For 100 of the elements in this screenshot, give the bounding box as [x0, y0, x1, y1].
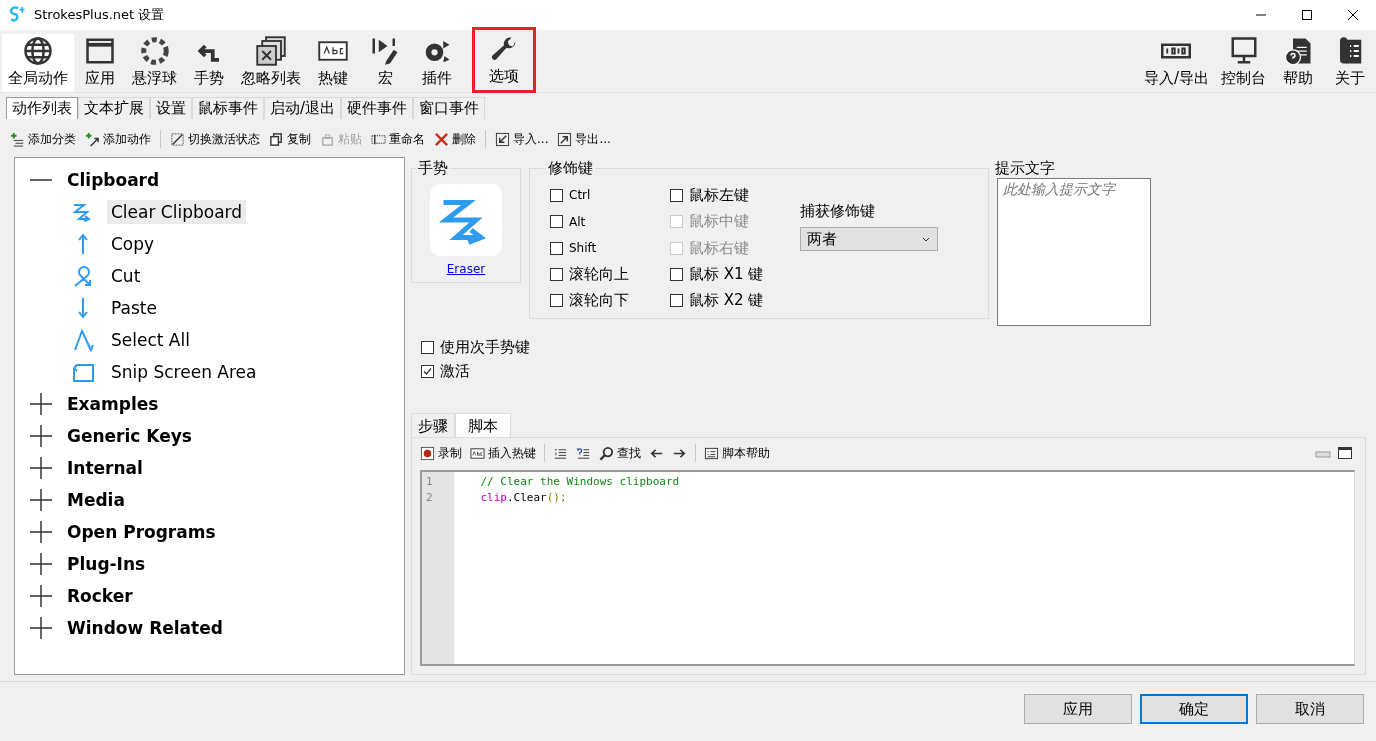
checkbox[interactable]: [550, 188, 563, 202]
toolbar-button[interactable]: 脚本帮助: [704, 444, 770, 462]
toolbar-button[interactable]: 全局动作: [2, 34, 74, 92]
group-title: 提示文字: [994, 159, 1056, 178]
category-label: Clipboard: [67, 170, 160, 190]
capture-dropdown[interactable]: 两者: [800, 227, 938, 251]
tree-category[interactable]: Plug-Ins: [15, 548, 404, 580]
tree-item[interactable]: Cut: [107, 264, 145, 288]
toolbar-button[interactable]: 重命名: [371, 130, 425, 148]
toolbar-button[interactable]: 查找: [599, 444, 641, 462]
gesture-link[interactable]: Eraser: [446, 262, 486, 276]
checkbox[interactable]: [550, 267, 563, 281]
toolbar-button[interactable]: 导入...: [495, 130, 549, 148]
tab[interactable]: 脚本: [455, 413, 511, 437]
toolbar-button[interactable]: 应用: [74, 34, 126, 92]
tab[interactable]: 设置: [150, 97, 192, 119]
tree-category[interactable]: Media: [15, 484, 404, 516]
abc-key-icon: [470, 445, 485, 461]
tree-category[interactable]: Window Related: [15, 612, 404, 644]
checkbox[interactable]: [421, 364, 434, 378]
comment-lines-icon: [576, 445, 591, 461]
tree-category[interactable]: Generic Keys: [15, 420, 404, 452]
dialog-button[interactable]: 确定: [1140, 694, 1248, 724]
hint-text-field[interactable]: 此处输入提示文字: [997, 178, 1151, 326]
category-label: Generic Keys: [67, 426, 192, 446]
search-icon: [599, 445, 614, 461]
tab[interactable]: 动作列表: [6, 97, 78, 119]
tree-item[interactable]: Clear Clipboard: [107, 200, 247, 224]
checkbox[interactable]: [670, 294, 683, 308]
expand-icon[interactable]: [29, 616, 53, 640]
checkbox[interactable]: [670, 188, 683, 202]
category-label: Plug-Ins: [67, 554, 146, 574]
toolbar-button[interactable]: 帮助: [1272, 34, 1324, 92]
dialog-button[interactable]: 取消: [1256, 694, 1364, 724]
toolbar-button[interactable]: 插入热键: [470, 444, 536, 462]
toolbar-button[interactable]: 控制台: [1215, 34, 1272, 92]
tree-category[interactable]: Rocker: [15, 580, 404, 612]
expand-icon[interactable]: [29, 552, 53, 576]
toolbar-button[interactable]: 选项: [475, 30, 533, 90]
globe-icon: [23, 36, 53, 66]
category-label: Rocker: [67, 586, 133, 606]
tree-item[interactable]: Copy: [107, 232, 159, 256]
toolbar-button[interactable]: 添加分类: [10, 130, 76, 148]
toolbar-button[interactable]: 录制: [420, 444, 462, 462]
toolbar-button[interactable]: 删除: [434, 130, 476, 148]
tab[interactable]: 窗口事件: [413, 97, 486, 119]
dialog-button[interactable]: 应用: [1024, 694, 1132, 724]
capture-label: 捕获修饰键: [800, 202, 876, 221]
checkbox[interactable]: [550, 215, 563, 229]
delete-icon: [434, 131, 449, 147]
tab[interactable]: 文本扩展: [78, 97, 150, 119]
expand-icon[interactable]: [29, 392, 53, 416]
tree-category[interactable]: Examples: [15, 388, 404, 420]
toolbar-button[interactable]: 插件: [411, 34, 463, 92]
toolbar-button[interactable]: 导出...: [557, 130, 611, 148]
tree-item[interactable]: Select All: [107, 328, 194, 352]
category-label: Examples: [67, 394, 159, 414]
toolbar-button[interactable]: 切换激活状态: [170, 130, 260, 148]
toolbar-button[interactable]: 添加动作: [85, 130, 151, 148]
expand-icon[interactable]: [29, 584, 53, 608]
export-icon: [557, 131, 573, 147]
expand-icon[interactable]: [29, 488, 53, 512]
expand-icon[interactable]: [29, 520, 53, 544]
record-icon: [420, 445, 435, 461]
toolbar-button[interactable]: 忽略列表: [235, 34, 307, 92]
category-label: Internal: [67, 458, 143, 478]
toolbar-button[interactable]: 热键: [307, 34, 359, 92]
tab[interactable]: 鼠标事件: [192, 97, 264, 119]
maximize-icon: [1301, 9, 1313, 21]
expand-icon[interactable]: [29, 456, 53, 480]
toolbar-button[interactable]: 手势: [183, 34, 235, 92]
checkbox[interactable]: [670, 267, 683, 281]
toolbar-button[interactable]: 悬浮球: [126, 34, 183, 92]
tree-item[interactable]: Snip Screen Area: [107, 360, 261, 384]
line-number: 1: [426, 474, 434, 490]
toolbar-button[interactable]: [576, 445, 591, 461]
toolbar-button[interactable]: 关于: [1324, 34, 1376, 92]
checkbox-label: 滚轮向下: [569, 291, 629, 311]
tab[interactable]: 硬件事件: [341, 97, 414, 119]
add-list-icon: [10, 131, 25, 147]
stacked-pages-icon: [256, 36, 286, 66]
checkbox-label: 鼠标中键: [689, 212, 749, 232]
checkbox-label: 鼠标 X1 键: [689, 264, 764, 284]
import-icon: [495, 131, 510, 147]
checkbox[interactable]: [550, 241, 563, 255]
close-icon: [1347, 9, 1359, 21]
checkbox[interactable]: [421, 340, 434, 354]
tree-category[interactable]: Open Programs: [15, 516, 404, 548]
toolbar-button[interactable]: 宏: [359, 34, 411, 92]
code-editor[interactable]: 1 2 // Clear the Windows clipboard clip.Clear();: [420, 470, 1355, 666]
play-pencil-icon: [370, 36, 400, 66]
tree-category[interactable]: Internal: [15, 452, 404, 484]
tree-category[interactable]: Clipboard: [15, 164, 404, 196]
expand-icon[interactable]: [29, 424, 53, 448]
tree-item[interactable]: Paste: [107, 296, 161, 320]
checkbox-label: 使用次手势键: [440, 337, 530, 357]
toolbar-button[interactable]: 复制: [269, 130, 311, 148]
checkbox[interactable]: [550, 294, 563, 308]
tab[interactable]: 启动/退出: [264, 97, 342, 119]
toolbar-button[interactable]: 导入/导出: [1137, 34, 1215, 92]
